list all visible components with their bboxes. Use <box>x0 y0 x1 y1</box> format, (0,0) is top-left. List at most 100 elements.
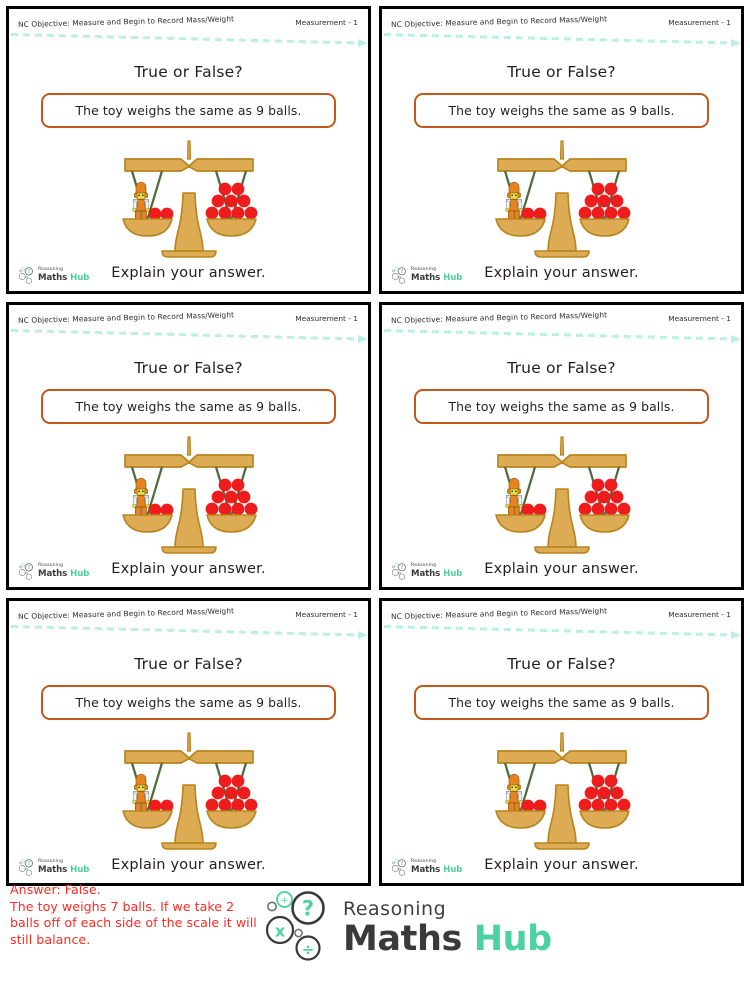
ball <box>218 774 231 788</box>
right-pan-contents <box>205 478 257 516</box>
statement-text: The toy weighs the same as 9 balls. <box>75 103 302 118</box>
card-inner: NC Objective: Measure and Begin to Recor… <box>382 601 741 883</box>
ball <box>591 478 604 492</box>
reasoning-maths-hub-marks-icon: ? <box>18 267 35 284</box>
ball <box>610 194 623 208</box>
ball <box>231 478 244 492</box>
worksheet-card: NC Objective: Measure and Begin to Recor… <box>379 302 744 590</box>
card-title: True or False? <box>134 655 243 673</box>
statement-box: The toy weighs the same as 9 balls. <box>41 93 336 128</box>
card-logo-maths: Maths <box>411 865 441 875</box>
ball <box>224 786 237 800</box>
measurement-label: Measurement - 1 <box>295 314 358 323</box>
ball <box>591 798 604 812</box>
measurement-label: Measurement - 1 <box>295 18 358 27</box>
footer-logo: + ? x ÷ Reasoning Maths Hub <box>262 890 552 962</box>
scale-beam <box>496 454 627 468</box>
card-logo-mathshub: Maths Hub <box>411 274 462 283</box>
toy-figure <box>504 181 522 221</box>
footer-logo-maths: Maths <box>343 918 462 959</box>
ball <box>591 502 604 516</box>
svg-text:?: ? <box>400 565 403 571</box>
toy-figure <box>131 477 149 517</box>
card-grid: NC Objective: Measure and Begin to Recor… <box>6 6 744 886</box>
ball <box>597 490 610 504</box>
card-inner: NC Objective: Measure and Begin to Recor… <box>9 305 368 587</box>
toy-figure <box>131 773 149 813</box>
card-logo-words: Reasoning Maths Hub <box>38 268 89 283</box>
ball <box>617 206 630 220</box>
toy-figure <box>504 773 522 813</box>
nc-objective-text: NC Objective: Measure and Begin to Recor… <box>17 14 235 29</box>
card-logo-hub: Hub <box>70 865 90 875</box>
card-logo: ? Reasoning Maths Hub <box>18 859 89 876</box>
statement-box: The toy weighs the same as 9 balls. <box>414 685 709 720</box>
dashed-arrow-rule <box>383 327 741 343</box>
svg-text:?: ? <box>302 897 314 921</box>
ball <box>591 774 604 788</box>
toy-figure <box>131 181 149 221</box>
ball <box>584 490 597 504</box>
ball <box>231 798 244 812</box>
right-pan-contents <box>205 774 257 812</box>
ball <box>244 502 257 516</box>
nc-objective-text: NC Objective: Measure and Begin to Recor… <box>17 310 235 325</box>
dashed-arrow-rule <box>383 623 741 639</box>
card-logo: ? Reasoning Maths Hub <box>18 563 89 580</box>
ball <box>205 206 218 220</box>
scale-beam <box>123 750 254 764</box>
statement-text: The toy weighs the same as 9 balls. <box>448 695 675 710</box>
ball <box>231 502 244 516</box>
card-logo: ? Reasoning Maths Hub <box>391 563 462 580</box>
ball <box>610 786 623 800</box>
card-logo-maths: Maths <box>38 865 68 875</box>
ball <box>597 194 610 208</box>
ball <box>224 194 237 208</box>
statement-box: The toy weighs the same as 9 balls. <box>414 93 709 128</box>
ball <box>211 194 224 208</box>
answer-area: Answer: False. The toy weighs 7 balls. I… <box>0 880 750 1000</box>
balance-scale-illustration <box>488 429 636 557</box>
statement-box: The toy weighs the same as 9 balls. <box>41 685 336 720</box>
measurement-label: Measurement - 1 <box>668 18 731 27</box>
statement-text: The toy weighs the same as 9 balls. <box>75 695 302 710</box>
worksheet-card: NC Objective: Measure and Begin to Recor… <box>6 598 371 886</box>
answer-line-2: The toy weighs 7 balls. If we take 2 bal… <box>10 898 257 947</box>
svg-text:?: ? <box>27 565 30 571</box>
measurement-label: Measurement - 1 <box>668 610 731 619</box>
card-logo-maths: Maths <box>38 273 68 283</box>
ball <box>244 206 257 220</box>
card-logo-mathshub: Maths Hub <box>38 866 89 875</box>
ball <box>211 490 224 504</box>
footer-logo-mathshub: Maths Hub <box>343 918 552 959</box>
ball <box>597 786 610 800</box>
ball <box>578 206 591 220</box>
statement-text: The toy weighs the same as 9 balls. <box>448 103 675 118</box>
dashed-arrow-rule <box>10 31 368 47</box>
ball <box>218 206 231 220</box>
measurement-label: Measurement - 1 <box>668 314 731 323</box>
footer-logo-reasoning: Reasoning <box>343 897 447 920</box>
card-logo-hub: Hub <box>443 273 463 283</box>
ball <box>610 490 623 504</box>
ball <box>591 206 604 220</box>
scale-beam <box>123 454 254 468</box>
right-pan-contents <box>578 478 630 516</box>
card-logo-words: Reasoning Maths Hub <box>411 564 463 579</box>
worksheet-card: NC Objective: Measure and Begin to Recor… <box>6 302 371 590</box>
card-logo-mathshub: Maths Hub <box>38 274 89 283</box>
svg-text:x: x <box>275 922 286 941</box>
ball <box>218 182 231 196</box>
ball <box>205 502 218 516</box>
ball <box>218 502 231 516</box>
card-logo-maths: Maths <box>411 569 441 579</box>
ball <box>231 206 244 220</box>
card-logo: ? Reasoning Maths Hub <box>18 267 89 284</box>
ball <box>237 786 250 800</box>
card-logo-hub: Hub <box>443 569 463 579</box>
scale-beam <box>496 750 627 764</box>
scale-beam <box>496 158 627 172</box>
card-inner: NC Objective: Measure and Begin to Recor… <box>9 601 368 883</box>
ball <box>604 774 617 788</box>
right-pan-contents <box>578 182 630 220</box>
